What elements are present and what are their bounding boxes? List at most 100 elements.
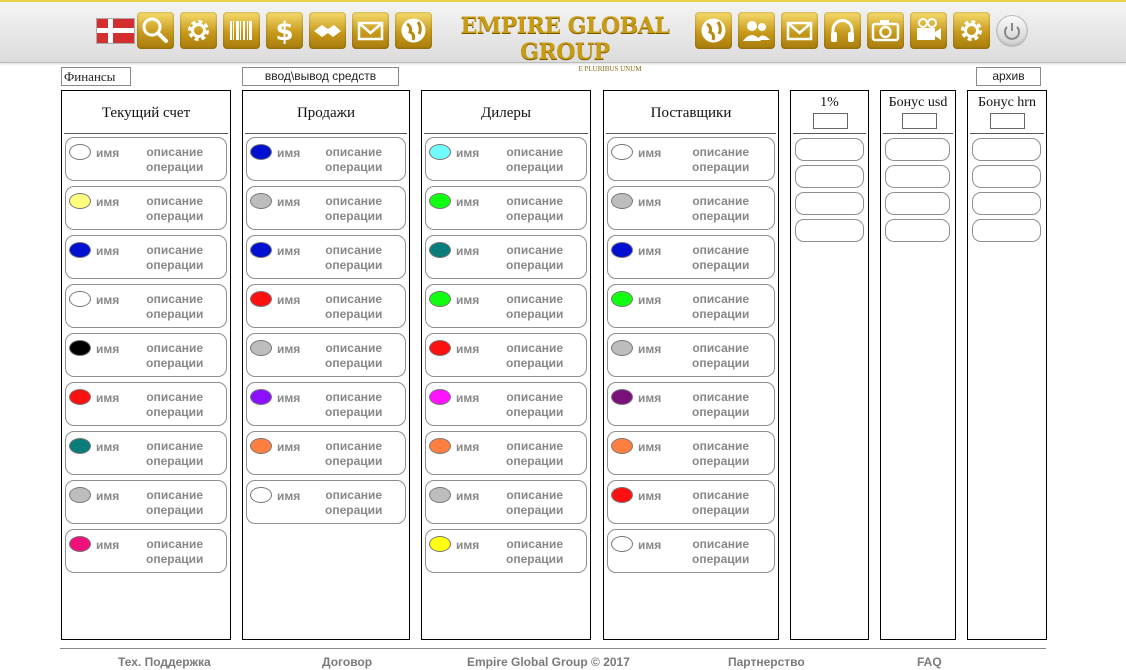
bonus-hrn-slot[interactable]: [972, 138, 1041, 161]
card-description: описание операции: [146, 243, 203, 273]
operation-card[interactable]: имя описание операции: [65, 186, 227, 230]
card-description: описание операции: [506, 488, 563, 518]
operation-card[interactable]: имя описание операции: [607, 284, 775, 328]
operation-card[interactable]: имя описание операции: [246, 284, 406, 328]
operation-card[interactable]: имя описание операции: [607, 235, 775, 279]
contract-link[interactable]: Договор: [322, 655, 372, 669]
operation-card[interactable]: имя описание операции: [425, 333, 587, 377]
card-name: имя: [96, 489, 120, 503]
operation-card[interactable]: имя описание операции: [425, 284, 587, 328]
partnership-link[interactable]: Партнерство: [728, 655, 805, 669]
operation-card[interactable]: имя описание операции: [246, 480, 406, 524]
operation-card[interactable]: имя описание операции: [607, 333, 775, 377]
percent-slot[interactable]: [795, 192, 864, 215]
operation-card[interactable]: имя описание операции: [425, 186, 587, 230]
card-name: имя: [456, 146, 480, 160]
operation-card[interactable]: имя описание операции: [425, 382, 587, 426]
bonus-hrn-slot[interactable]: [972, 219, 1041, 242]
card-description: описание операции: [325, 488, 382, 518]
card-description: описание операции: [325, 243, 382, 273]
gear-icon[interactable]: [180, 12, 217, 49]
bonus-usd-slot[interactable]: [885, 219, 950, 242]
flag-icon[interactable]: [96, 18, 135, 44]
operation-card[interactable]: имя описание операции: [607, 529, 775, 573]
users-icon[interactable]: [738, 12, 775, 49]
operation-card[interactable]: имя описание операции: [246, 431, 406, 475]
bonus-usd-input[interactable]: [902, 113, 937, 129]
percent-input[interactable]: [813, 113, 848, 129]
operation-card[interactable]: имя описание операции: [246, 235, 406, 279]
handshake-icon[interactable]: [309, 12, 346, 49]
card-description: описание операции: [146, 145, 203, 175]
operation-card[interactable]: имя описание операции: [607, 382, 775, 426]
deposit-withdraw-button[interactable]: ввод\вывод средств: [242, 67, 399, 86]
operation-card[interactable]: имя описание операции: [246, 333, 406, 377]
mail-icon[interactable]: [781, 12, 818, 49]
operation-card[interactable]: имя описание операции: [425, 431, 587, 475]
bonus-hrn-slot[interactable]: [972, 192, 1041, 215]
color-indicator: [611, 144, 633, 160]
operation-card[interactable]: имя описание операции: [425, 235, 587, 279]
operation-card[interactable]: имя описание операции: [65, 333, 227, 377]
operation-card[interactable]: имя описание операции: [425, 480, 587, 524]
card-description-line1: описание: [506, 243, 564, 257]
operation-card[interactable]: имя описание операции: [246, 186, 406, 230]
card-description-line1: описание: [146, 439, 204, 453]
card-name: имя: [96, 244, 120, 258]
operation-card[interactable]: имя описание операции: [607, 137, 775, 181]
color-indicator: [429, 536, 451, 552]
percent-slot[interactable]: [795, 165, 864, 188]
operation-card[interactable]: имя описание операции: [65, 235, 227, 279]
card-description: описание операции: [692, 439, 749, 469]
card-description: описание операции: [692, 145, 749, 175]
gear-icon[interactable]: [953, 12, 990, 49]
color-indicator: [250, 193, 272, 209]
operation-card[interactable]: имя описание операции: [425, 529, 587, 573]
column-title: Текущий счет: [101, 105, 191, 121]
globe-icon[interactable]: [395, 12, 432, 49]
operation-card[interactable]: имя описание операции: [65, 137, 227, 181]
camera-icon[interactable]: [867, 12, 904, 49]
power-icon[interactable]: [996, 15, 1028, 47]
color-indicator: [250, 144, 272, 160]
operation-card[interactable]: имя описание операции: [65, 529, 227, 573]
color-indicator: [69, 438, 91, 454]
finance-button[interactable]: Финансы: [61, 67, 131, 86]
operation-card[interactable]: имя описание операции: [65, 382, 227, 426]
card-name: имя: [277, 489, 301, 503]
operation-card[interactable]: имя описание операции: [607, 480, 775, 524]
color-indicator: [429, 487, 451, 503]
color-indicator: [250, 291, 272, 307]
faq-link[interactable]: FAQ: [917, 655, 942, 669]
bonus-hrn-slot[interactable]: [972, 165, 1041, 188]
headphones-icon[interactable]: [824, 12, 861, 49]
card-description-line1: описание: [325, 341, 383, 355]
archive-button[interactable]: архив: [976, 67, 1041, 86]
bonus-usd-slot[interactable]: [885, 192, 950, 215]
card-description-line1: описание: [146, 145, 204, 159]
barcode-icon[interactable]: [223, 12, 260, 49]
card-description-line1: описание: [692, 537, 750, 551]
color-indicator: [69, 291, 91, 307]
operation-card[interactable]: имя описание операции: [246, 137, 406, 181]
bonus-hrn-input[interactable]: [990, 113, 1025, 129]
operation-card[interactable]: имя описание операции: [65, 431, 227, 475]
operation-card[interactable]: имя описание операции: [246, 382, 406, 426]
operation-card[interactable]: имя описание операции: [607, 186, 775, 230]
operation-card[interactable]: имя описание операции: [607, 431, 775, 475]
color-indicator: [69, 389, 91, 405]
operation-card[interactable]: имя описание операции: [65, 480, 227, 524]
color-indicator: [611, 487, 633, 503]
percent-slot[interactable]: [795, 219, 864, 242]
globe-icon[interactable]: [695, 12, 732, 49]
percent-slot[interactable]: [795, 138, 864, 161]
bonus-usd-slot[interactable]: [885, 165, 950, 188]
video-camera-icon[interactable]: [910, 12, 947, 49]
operation-card[interactable]: имя описание операции: [65, 284, 227, 328]
dollar-icon[interactable]: $: [266, 12, 303, 49]
mail-icon[interactable]: [352, 12, 389, 49]
support-link[interactable]: Тех. Поддержка: [118, 655, 211, 669]
operation-card[interactable]: имя описание операции: [425, 137, 587, 181]
search-icon[interactable]: [137, 12, 174, 49]
bonus-usd-slot[interactable]: [885, 138, 950, 161]
